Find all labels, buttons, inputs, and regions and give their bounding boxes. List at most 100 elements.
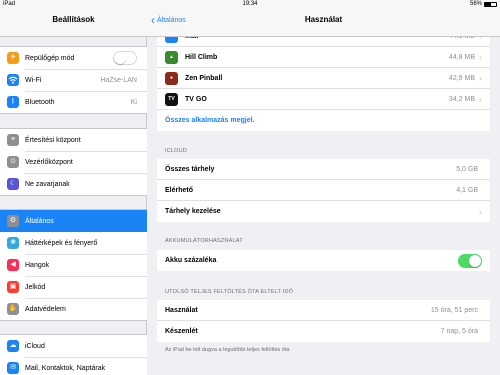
available-value: 4,1 GB	[456, 186, 478, 194]
icloud-storage-group: Összes tárhely 5,0 GB Elérhető 4,1 GB Tá…	[157, 159, 490, 222]
settings-sidebar: Beállítások ✈ Repülőgép mód Wi-Fi HaZse-…	[0, 0, 147, 375]
chevron-right-icon: ›	[479, 94, 482, 104]
sidebar-item-label: Adatvédelem	[25, 306, 66, 313]
sidebar-group-accounts: ☁ iCloud ✉ Mail, Kontaktok, Naptárak	[0, 334, 147, 375]
since-charge-group: Használat 15 óra, 51 perc Készenlét 7 na…	[157, 300, 490, 342]
control-center-icon: ⊙	[7, 156, 19, 168]
app-name: TV GO	[185, 95, 207, 103]
page-title: Használat	[304, 15, 343, 24]
standby-value: 7 nap, 5 óra	[440, 328, 478, 335]
icloud-available-row: Elérhető 4,1 GB	[157, 180, 490, 201]
app-row-zen-pinball[interactable]: ● Zen Pinball 42,9 MB ›	[157, 68, 490, 89]
zen-pinball-icon: ●	[165, 71, 178, 85]
show-all-apps-link[interactable]: Összes alkalmazás megjel.	[157, 110, 490, 131]
detail-nav-bar: ‹ Általános Használat	[147, 9, 500, 37]
battery-percentage-toggle[interactable]	[458, 253, 482, 268]
wifi-icon	[7, 74, 19, 86]
sidebar-item-label: Általános	[25, 217, 54, 225]
sidebar-item-label: Wi-Fi	[25, 77, 42, 84]
mail-icon: ✉	[7, 362, 19, 374]
standby-label: Készenlét	[165, 328, 198, 335]
notification-center-icon: ≡	[7, 134, 19, 146]
sidebar-item-bluetooth[interactable]: ᛒ Bluetooth Ki	[0, 91, 147, 113]
since-charge-section-header: UTOLSÓ TELJES FELTÖLTÉS ÓTA ELTELT IDŐ	[165, 289, 294, 295]
hand-icon: ✋	[7, 303, 19, 315]
sidebar-item-label: Vezérlőközpont	[25, 159, 73, 166]
cloud-icon: ☁	[7, 340, 19, 352]
app-row-tv-go[interactable]: TV GO TV GO 34,2 MB ›	[157, 89, 490, 115]
app-name: Hill Climb	[185, 53, 218, 61]
airplane-icon: ✈	[7, 52, 19, 64]
total-storage-value: 5,0 GB	[456, 165, 478, 173]
battery-percentage-row: Akku százaléka	[157, 250, 490, 271]
battery-icon	[484, 2, 497, 7]
sidebar-item-general[interactable]: ⚙ Általános	[0, 210, 147, 232]
usage-time-row: Használat 15 óra, 51 perc	[157, 300, 490, 321]
sidebar-item-icloud[interactable]: ☁ iCloud	[0, 335, 147, 357]
toggle-knob	[114, 52, 126, 64]
icloud-section-header: ICLOUD	[165, 148, 187, 154]
sidebar-item-label: Ne zavarjanak	[25, 181, 70, 188]
battery-group: Akku százaléka	[157, 250, 490, 271]
sidebar-item-mail-contacts-calendars[interactable]: ✉ Mail, Kontaktok, Naptárak	[0, 357, 147, 375]
sidebar-item-label: Hangok	[25, 262, 50, 269]
sidebar-item-control-center[interactable]: ⊙ Vezérlőközpont	[0, 151, 147, 173]
sidebar-nav-bar: Beállítások	[0, 9, 147, 37]
sidebar-item-label: Értesítési központ	[25, 136, 81, 144]
chevron-right-icon: ›	[479, 206, 482, 217]
moon-icon: ☾	[7, 178, 19, 190]
sidebar-item-wifi[interactable]: Wi-Fi HaZse-LAN	[0, 69, 147, 91]
sidebar-group-connectivity: ✈ Repülőgép mód Wi-Fi HaZse-LAN ᛒ Blueto…	[0, 46, 147, 114]
battery-fill	[485, 3, 492, 6]
standby-time-row: Készenlét 7 nap, 5 óra	[157, 321, 490, 342]
hill-climb-icon: ▲	[165, 50, 178, 64]
battery-percent: 56%	[469, 1, 482, 7]
sidebar-item-do-not-disturb[interactable]: ☾ Ne zavarjanak	[0, 173, 147, 195]
app-storage-list: ✉ Mail 44,9 MB › ▲ Hill Climb 44,8 MB › …	[157, 26, 490, 131]
manage-storage-row[interactable]: Tárhely kezelése ›	[157, 201, 490, 222]
speaker-icon: ◀	[7, 259, 19, 271]
chevron-right-icon: ›	[479, 52, 482, 62]
bluetooth-icon: ᛒ	[7, 96, 19, 108]
app-name: Zen Pinball	[185, 74, 223, 82]
toggle-knob	[469, 254, 481, 267]
usage-detail-pane: ‹ Általános Használat ✉ Mail 44,9 MB › ▲…	[147, 0, 500, 375]
chevron-right-icon: ›	[479, 73, 482, 83]
app-size: 42,9 MB	[448, 74, 475, 82]
sidebar-item-label: Repülőgép mód	[25, 54, 75, 62]
sidebar-item-label: Mail, Kontaktok, Naptárak	[25, 365, 106, 372]
wallpaper-icon: ❀	[7, 237, 19, 249]
sidebar-item-wallpapers-brightness[interactable]: ❀ Háttérképek és fényerő	[0, 232, 147, 254]
sidebar-item-sounds[interactable]: ◀ Hangok	[0, 254, 147, 276]
sidebar-item-label: Bluetooth	[25, 99, 55, 106]
sidebar-item-label: Háttérképek és fényerő	[25, 239, 98, 247]
sidebar-title: Beállítások	[52, 15, 95, 24]
app-row-hill-climb[interactable]: ▲ Hill Climb 44,8 MB ›	[157, 47, 490, 68]
battery-indicator: 56%	[470, 0, 497, 9]
gear-icon: ⚙	[7, 215, 19, 227]
manage-storage-label: Tárhely kezelése	[165, 208, 221, 215]
app-size: 34,2 MB	[448, 95, 475, 103]
sidebar-item-passcode[interactable]: ▣ Jelkód	[0, 276, 147, 298]
app-size: 44,8 MB	[448, 53, 475, 61]
battery-percentage-label: Akku százaléka	[165, 257, 217, 264]
usage-label: Használat	[165, 306, 198, 314]
lock-icon: ▣	[7, 281, 19, 293]
status-bar: iPad 19:34 56%	[0, 0, 500, 9]
usage-value: 15 óra, 51 perc	[430, 306, 478, 314]
bluetooth-value: Ki	[130, 99, 137, 106]
total-storage-label: Összes tárhely	[165, 165, 215, 173]
sidebar-item-label: Jelkód	[25, 284, 46, 291]
wifi-network-value: HaZse-LAN	[100, 77, 137, 84]
sidebar-group-notifications: ≡ Értesítési központ ⊙ Vezérlőközpont ☾ …	[0, 128, 147, 196]
airplane-mode-toggle[interactable]	[113, 51, 137, 65]
available-label: Elérhető	[165, 186, 194, 194]
sidebar-item-notification-center[interactable]: ≡ Értesítési központ	[0, 129, 147, 151]
sidebar-item-privacy[interactable]: ✋ Adatvédelem	[0, 298, 147, 320]
sidebar-item-label: iCloud	[25, 342, 45, 350]
tv-go-icon: TV GO	[165, 92, 178, 115]
sidebar-group-general: ⚙ Általános ❀ Háttérképek és fényerő ◀ H…	[0, 209, 147, 321]
charge-footnote: Az iPad be lett dugva a legutóbbi teljes…	[165, 347, 290, 353]
icloud-total-storage-row: Összes tárhely 5,0 GB	[157, 159, 490, 180]
sidebar-item-airplane-mode[interactable]: ✈ Repülőgép mód	[0, 47, 147, 69]
